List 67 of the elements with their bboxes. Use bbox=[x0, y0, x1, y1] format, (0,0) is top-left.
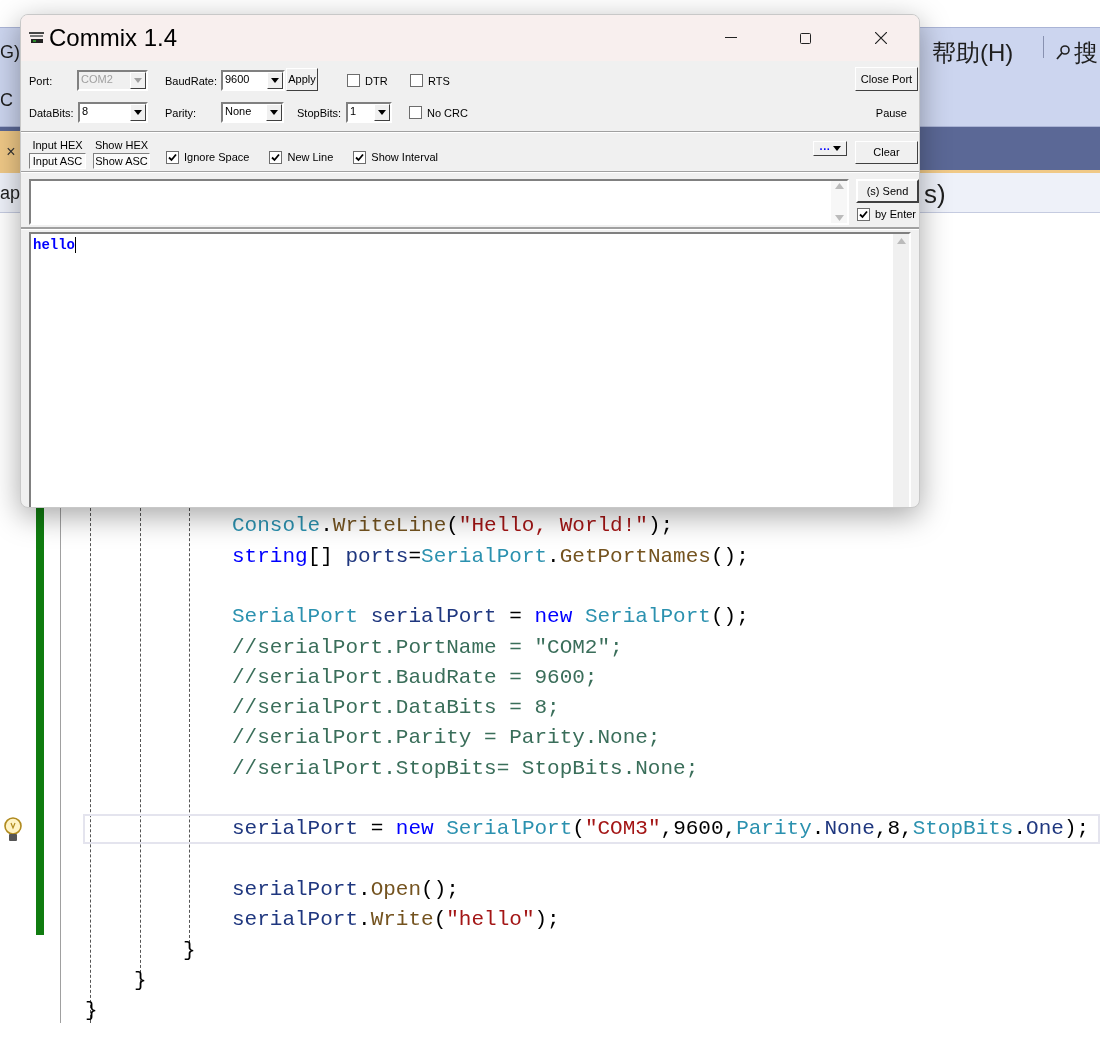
check-icon bbox=[859, 209, 868, 219]
search-label[interactable]: 搜 bbox=[1074, 34, 1098, 71]
clear-button[interactable]: Clear bbox=[855, 141, 918, 164]
code-line: serialPort.Open(); bbox=[232, 876, 459, 903]
check-icon bbox=[355, 152, 365, 162]
send-button[interactable]: (s) Send bbox=[856, 179, 919, 203]
close-port-button[interactable]: Close Port bbox=[855, 67, 918, 91]
code-line: //serialPort.Parity = Parity.None; bbox=[232, 725, 661, 752]
dropdown[interactable]: 8 bbox=[78, 102, 148, 123]
dropdown-arrow-icon bbox=[134, 78, 142, 83]
menu-item[interactable]: 帮助(H) bbox=[932, 34, 1014, 71]
dropdown-arrow-icon bbox=[378, 110, 386, 115]
close-icon[interactable] bbox=[875, 32, 887, 44]
app-icon bbox=[29, 32, 45, 44]
code-line: } bbox=[85, 998, 98, 1025]
lightbulb-icon[interactable] bbox=[3, 816, 23, 843]
toggle-button[interactable]: Show ASC bbox=[93, 153, 150, 169]
minimize-icon[interactable] bbox=[724, 37, 737, 39]
toolbar-label[interactable]: C bbox=[0, 87, 13, 114]
maximize-icon[interactable] bbox=[800, 32, 811, 44]
field-label: Port: bbox=[29, 73, 54, 89]
field-label: Parity: bbox=[165, 105, 198, 121]
code-line: serialPort.Write("hello"); bbox=[232, 907, 560, 934]
toggle-button[interactable]: Input HEX bbox=[29, 137, 86, 153]
dropdown-arrow-icon bbox=[832, 146, 841, 151]
document-tab[interactable]: × bbox=[0, 131, 22, 173]
breadcrumb-text[interactable]: ap bbox=[0, 180, 21, 207]
check-icon bbox=[271, 152, 281, 162]
text-cursor bbox=[75, 237, 76, 253]
code-line: } bbox=[183, 937, 196, 964]
field-label: StopBits: bbox=[297, 105, 343, 121]
code-line: //serialPort.PortName = "COM2"; bbox=[232, 634, 623, 661]
code-line: serialPort = new SerialPort("COM3",9600,Parity.None,8,StopBits.One); bbox=[232, 816, 1090, 843]
breadcrumb-text[interactable]: s) bbox=[924, 175, 946, 214]
code-line: //serialPort.BaudRate = 9600; bbox=[232, 664, 598, 691]
code-line: SerialPort serialPort = new SerialPort(); bbox=[232, 604, 749, 631]
dropdown[interactable]: 9600 bbox=[221, 70, 285, 91]
pause-label[interactable]: Pause bbox=[875, 104, 907, 123]
window-title: Commix 1.4 bbox=[49, 23, 178, 53]
checkbox[interactable]: No CRC bbox=[409, 104, 479, 123]
check-icon bbox=[168, 152, 177, 162]
checkbox[interactable]: DTR bbox=[347, 72, 397, 91]
dropdown[interactable]: 1 bbox=[346, 102, 392, 123]
dropdown-arrow-icon bbox=[134, 110, 142, 115]
close-icon[interactable]: × bbox=[6, 140, 16, 164]
apply-button[interactable]: Apply bbox=[286, 68, 318, 91]
code-line: string[] ports=SerialPort.GetPortNames(); bbox=[232, 543, 749, 570]
checkbox[interactable]: Show Interval bbox=[353, 149, 438, 166]
code-line: Console.WriteLine("Hello, World!"); bbox=[232, 513, 674, 540]
checkbox[interactable]: RTS bbox=[410, 72, 470, 91]
checkbox[interactable]: New Line bbox=[269, 149, 334, 166]
dropdown-arrow-icon bbox=[271, 78, 279, 83]
dropdown[interactable]: None bbox=[221, 102, 284, 123]
checkbox[interactable]: by Enter bbox=[857, 206, 919, 223]
code-line: } bbox=[134, 967, 147, 994]
search-icon[interactable] bbox=[1056, 44, 1070, 61]
toggle-button[interactable]: Input ASC bbox=[29, 153, 86, 169]
menu-item[interactable]: G) bbox=[0, 39, 20, 66]
toggle-button[interactable]: Show HEX bbox=[93, 137, 150, 153]
code-line: //serialPort.StopBits= StopBits.None; bbox=[232, 755, 699, 782]
dropdown-arrow-icon bbox=[270, 110, 278, 115]
more-button[interactable]: ··· bbox=[813, 141, 847, 156]
field-label: BaudRate: bbox=[165, 73, 218, 89]
code-line: //serialPort.DataBits = 8; bbox=[232, 695, 560, 722]
output-text: hello bbox=[33, 236, 75, 254]
checkbox[interactable]: Ignore Space bbox=[166, 149, 250, 166]
field-label: DataBits: bbox=[29, 105, 75, 121]
